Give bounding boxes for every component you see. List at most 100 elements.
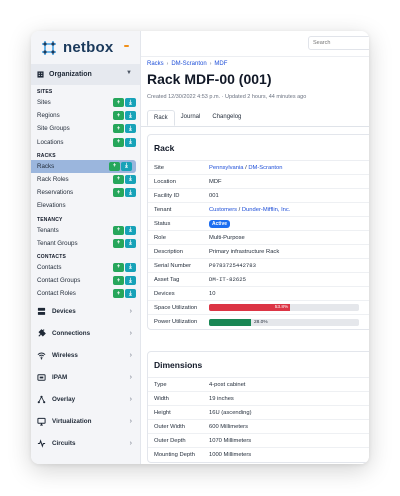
search-input[interactable] <box>308 36 369 50</box>
nav-group-devices[interactable]: Devices › <box>31 300 140 322</box>
add-button[interactable]: + <box>109 161 120 171</box>
chevron-right-icon: › <box>129 307 132 315</box>
table-row: Site Pennsylvania / DM-Scranton <box>148 161 369 175</box>
add-button[interactable]: + <box>113 188 124 198</box>
sidebar-item-label: Regions <box>37 112 60 120</box>
ipam-icon <box>37 373 46 382</box>
import-button[interactable]: ⤓ <box>125 137 136 147</box>
import-button[interactable]: ⤓ <box>125 276 136 286</box>
import-button[interactable]: ⤓ <box>125 238 136 248</box>
nav-group-wireless[interactable]: Wireless › <box>31 344 140 366</box>
chevron-right-icon: › <box>209 61 212 67</box>
row-label: Status <box>154 220 171 227</box>
table-row: Mounting Depth 1000 Millimeters <box>148 448 369 462</box>
import-button[interactable]: ⤓ <box>125 98 136 107</box>
description-value: Primary infrastructure Rack <box>209 248 280 255</box>
row-label: Role <box>154 234 166 241</box>
sidebar-item-label: Racks <box>37 162 55 170</box>
dimensions-card: Dimensions Type 4-post cabinet Width 19 inc… <box>147 351 369 463</box>
sidebar-item-contact-roles[interactable]: Contact Roles + ⤓ <box>31 287 140 300</box>
nav-group-overlay[interactable]: Overlay › <box>31 388 140 410</box>
add-button[interactable]: + <box>113 174 124 184</box>
nav-group-virtualization[interactable]: Virtualization › <box>31 410 140 432</box>
add-button[interactable]: + <box>113 124 124 134</box>
sidebar: netbox Organization ▼ SITES Sites + ⤓ Region… <box>31 31 141 464</box>
table-row: Outer Depth 1070 Millimeters <box>148 434 369 448</box>
row-label: Description <box>154 248 183 255</box>
nav-organization[interactable]: Organization ▼ <box>31 64 140 85</box>
sidebar-item-rack-roles[interactable]: Rack Roles + ⤓ <box>31 173 140 186</box>
table-row: Serial Number P9783725442783 <box>148 259 369 273</box>
row-label: Outer Width <box>154 423 185 430</box>
tenant-link[interactable]: Dunder-Mifflin, Inc. <box>242 207 291 213</box>
nav-group-label: Overlay <box>52 395 76 403</box>
add-button[interactable]: + <box>113 289 124 299</box>
table-row: Status Active <box>148 217 369 231</box>
sidebar-item-contacts[interactable]: Contacts + ⤓ <box>31 261 140 274</box>
row-label: Power Utilization <box>154 319 198 325</box>
add-button[interactable]: + <box>113 111 124 121</box>
import-button[interactable]: ⤓ <box>121 161 132 171</box>
sidebar-toggle-icon[interactable] <box>124 45 129 47</box>
breadcrumb-location[interactable]: MDF <box>214 61 227 67</box>
row-value: Active <box>209 219 231 228</box>
item-actions: + ⤓ <box>113 238 136 248</box>
import-button[interactable]: ⤓ <box>125 174 136 184</box>
nav-group-label: Wireless <box>52 351 78 359</box>
site-link[interactable]: DM-Scranton <box>248 165 282 171</box>
row-value: 28.0% <box>209 318 359 326</box>
breadcrumb: Racks › DM-Scranton › MDF <box>147 61 227 67</box>
add-button[interactable]: + <box>113 225 124 235</box>
sidebar-item-elevations[interactable]: Elevations <box>31 199 140 212</box>
nav-section-heading: TENANCY <box>37 216 63 223</box>
sidebar-item-label: Sites <box>37 99 51 107</box>
chevron-right-icon: › <box>129 329 132 337</box>
brand[interactable]: netbox <box>31 31 140 64</box>
add-button[interactable]: + <box>113 276 124 286</box>
import-button[interactable]: ⤓ <box>125 262 136 272</box>
import-button[interactable]: ⤓ <box>125 225 136 235</box>
sidebar-item-locations[interactable]: Locations + ⤓ <box>31 136 140 149</box>
sidebar-item-label: Reservations <box>37 189 74 197</box>
sidebar-item-tenant-groups[interactable]: Tenant Groups + ⤓ <box>31 237 140 250</box>
breadcrumb-racks[interactable]: Racks <box>147 61 164 67</box>
item-actions: + ⤓ <box>113 98 136 107</box>
add-button[interactable]: + <box>113 238 124 248</box>
import-button[interactable]: ⤓ <box>125 111 136 121</box>
power-utilization-bar: 28.0% <box>209 318 359 326</box>
nav-group-label: IPAM <box>52 373 68 381</box>
tab-journal[interactable]: Journal <box>175 110 207 126</box>
tenant-group-link[interactable]: Customers <box>209 207 237 213</box>
breadcrumb-site[interactable]: DM-Scranton <box>171 61 206 67</box>
import-button[interactable]: ⤓ <box>125 188 136 198</box>
add-button[interactable]: + <box>113 137 124 147</box>
import-button[interactable]: ⤓ <box>125 124 136 134</box>
devices-link[interactable]: 10 <box>209 291 215 297</box>
sidebar-item-tenants[interactable]: Tenants + ⤓ <box>31 224 140 237</box>
tab-rack[interactable]: Rack <box>147 110 175 126</box>
import-button[interactable]: ⤓ <box>125 289 136 299</box>
sidebar-item-sites[interactable]: Sites + ⤓ <box>31 96 140 109</box>
sidebar-item-site-groups[interactable]: Site Groups + ⤓ <box>31 122 140 135</box>
status-badge: Active <box>209 219 231 228</box>
location-link[interactable]: MDF <box>209 179 222 185</box>
nav-group-circuits[interactable]: Circuits › <box>31 432 140 454</box>
row-label: Devices <box>154 290 175 297</box>
tab-changelog[interactable]: Changelog <box>206 110 247 126</box>
add-button[interactable]: + <box>113 98 124 107</box>
nav-group-connections[interactable]: Connections › <box>31 322 140 344</box>
sidebar-item-contact-groups[interactable]: Contact Groups + ⤓ <box>31 274 140 287</box>
row-label: Location <box>154 178 176 185</box>
sidebar-item-regions[interactable]: Regions + ⤓ <box>31 109 140 122</box>
sidebar-item-label: Site Groups <box>37 125 70 133</box>
nav-group-ipam[interactable]: IPAM › <box>31 366 140 388</box>
header-divider <box>141 56 369 57</box>
site-region-link[interactable]: Pennsylvania <box>209 165 243 171</box>
sidebar-item-reservations[interactable]: Reservations + ⤓ <box>31 186 140 199</box>
add-button[interactable]: + <box>113 262 124 272</box>
item-actions: + ⤓ <box>113 174 136 184</box>
row-value: 53.8% <box>209 304 359 311</box>
page-title: Rack MDF-00 (001) <box>147 71 272 87</box>
role-link[interactable]: Multi-Purpose <box>209 235 245 241</box>
sidebar-item-racks[interactable]: Racks + ⤓ <box>31 159 136 173</box>
